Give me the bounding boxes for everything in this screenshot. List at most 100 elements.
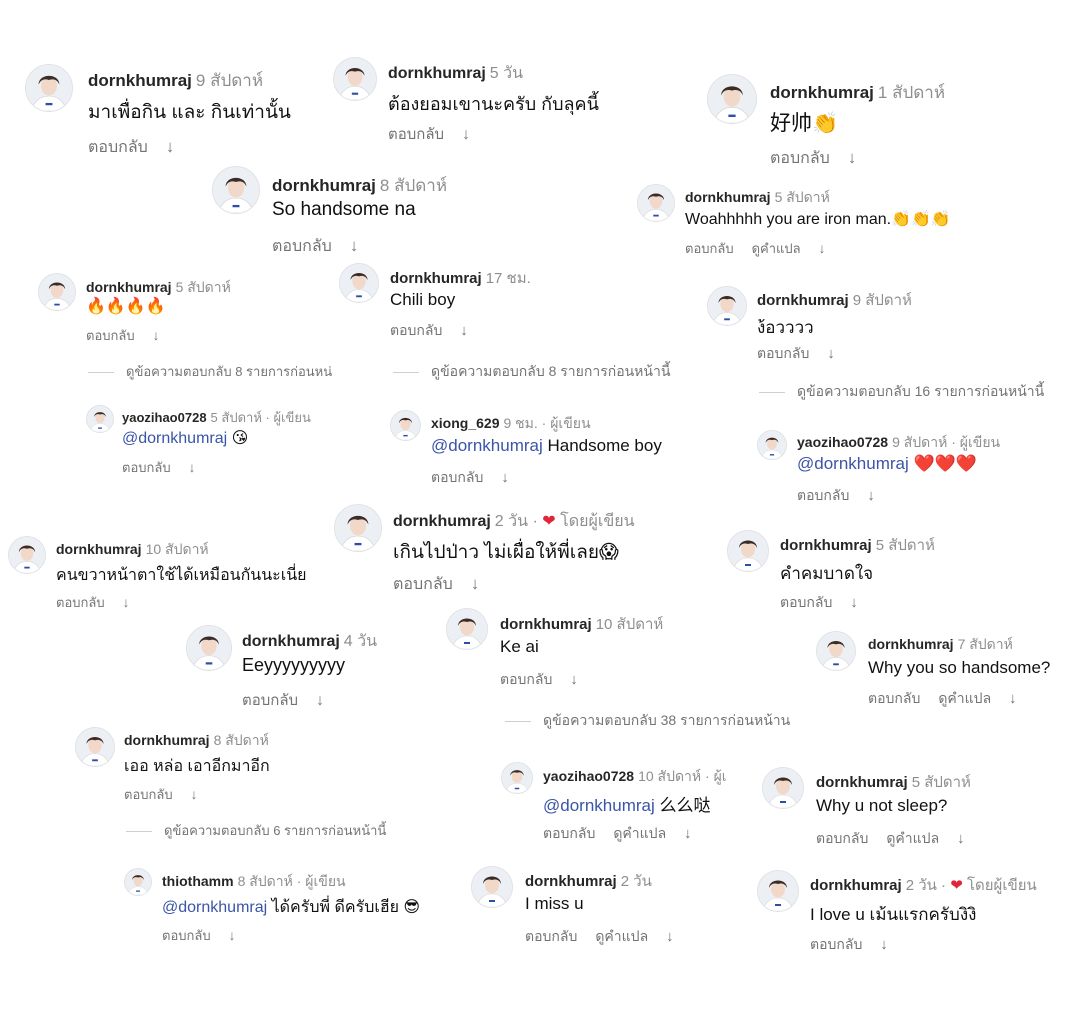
avatar[interactable] [333, 57, 377, 101]
avatar[interactable] [471, 866, 513, 908]
username[interactable]: dornkhumraj [757, 292, 849, 309]
avatar[interactable] [124, 868, 152, 896]
username[interactable]: dornkhumraj [242, 633, 340, 650]
avatar[interactable] [816, 631, 856, 671]
reply-button[interactable]: ตอบกลับ [543, 825, 595, 841]
avatar[interactable] [501, 762, 533, 794]
avatar[interactable] [707, 74, 757, 124]
reply-button[interactable]: ตอบกลับ [162, 928, 211, 943]
username[interactable]: dornkhumraj [390, 270, 482, 287]
reply-button[interactable]: ตอบกลับ [272, 238, 332, 255]
username[interactable]: dornkhumraj [770, 83, 874, 102]
username[interactable]: dornkhumraj [388, 65, 486, 82]
arrow-down-icon[interactable]: ↓ [819, 241, 826, 256]
avatar[interactable] [25, 64, 73, 112]
arrow-down-icon[interactable]: ↓ [570, 672, 577, 688]
username[interactable]: dornkhumraj [780, 537, 872, 554]
reply-button[interactable]: ตอบกลับ [393, 576, 453, 593]
username[interactable]: dornkhumraj [124, 732, 210, 748]
username[interactable]: dornkhumraj [810, 877, 902, 894]
username[interactable]: dornkhumraj [393, 513, 491, 530]
username[interactable]: dornkhumraj [500, 616, 592, 633]
translate-button[interactable]: ดูคำแปล [886, 830, 939, 846]
arrow-down-icon[interactable]: ↓ [957, 831, 964, 847]
arrow-down-icon[interactable]: ↓ [189, 460, 196, 475]
reply-button[interactable]: ตอบกลับ [431, 469, 483, 485]
arrow-down-icon[interactable]: ↓ [316, 692, 324, 709]
arrow-down-icon[interactable]: ↓ [880, 937, 887, 953]
avatar[interactable] [86, 405, 114, 433]
username[interactable]: yaozihao0728 [122, 410, 207, 425]
view-replies-link[interactable]: ดูข้อความตอบกลับ 8 รายการก่อนหน่ [88, 361, 332, 382]
arrow-down-icon[interactable]: ↓ [850, 595, 857, 611]
username[interactable]: dornkhumraj [88, 71, 192, 90]
mention-link[interactable]: @dornkhumraj [797, 454, 909, 473]
avatar[interactable] [762, 767, 804, 809]
username[interactable]: dornkhumraj [525, 873, 617, 890]
reply-button[interactable]: ตอบกลับ [757, 345, 809, 361]
avatar[interactable] [186, 625, 232, 671]
reply-button[interactable]: ตอบกลับ [122, 460, 171, 475]
avatar[interactable] [390, 410, 421, 441]
arrow-down-icon[interactable]: ↓ [471, 574, 479, 593]
reply-button[interactable]: ตอบกลับ [525, 928, 577, 944]
avatar[interactable] [75, 727, 115, 767]
view-replies-link[interactable]: ดูข้อความตอบกลับ 38 รายการก่อนหน้าน [505, 710, 790, 732]
reply-button[interactable]: ตอบกลับ [124, 787, 173, 802]
reply-button[interactable]: ตอบกลับ [797, 487, 849, 503]
arrow-down-icon[interactable]: ↓ [350, 236, 358, 255]
username[interactable]: dornkhumraj [56, 541, 142, 557]
arrow-down-icon[interactable]: ↓ [462, 126, 470, 143]
reply-button[interactable]: ตอบกลับ [500, 671, 552, 687]
arrow-down-icon[interactable]: ↓ [229, 928, 236, 943]
arrow-down-icon[interactable]: ↓ [666, 929, 673, 945]
reply-button[interactable]: ตอบกลับ [770, 150, 830, 167]
arrow-down-icon[interactable]: ↓ [460, 323, 467, 339]
arrow-down-icon[interactable]: ↓ [166, 137, 174, 156]
arrow-down-icon[interactable]: ↓ [501, 470, 508, 486]
reply-button[interactable]: ตอบกลับ [86, 328, 135, 343]
avatar[interactable] [339, 263, 379, 303]
reply-button[interactable]: ตอบกลับ [868, 690, 920, 706]
username[interactable]: dornkhumraj [86, 279, 172, 295]
username[interactable]: dornkhumraj [816, 774, 908, 791]
reply-button[interactable]: ตอบกลับ [780, 594, 832, 610]
username[interactable]: yaozihao0728 [543, 768, 634, 784]
reply-button[interactable]: ตอบกลับ [388, 126, 444, 143]
reply-button[interactable]: ตอบกลับ [390, 322, 442, 338]
avatar[interactable] [212, 166, 260, 214]
view-replies-link[interactable]: ดูข้อความตอบกลับ 16 รายการก่อนหน้านี้ [759, 381, 1044, 403]
avatar[interactable] [757, 430, 787, 460]
reply-button[interactable]: ตอบกลับ [816, 830, 868, 846]
avatar[interactable] [727, 530, 769, 572]
mention-link[interactable]: @dornkhumraj [431, 436, 543, 455]
username[interactable]: dornkhumraj [272, 176, 376, 195]
avatar[interactable] [446, 608, 488, 650]
translate-button[interactable]: ดูคำแปล [595, 928, 648, 944]
reply-button[interactable]: ตอบกลับ [810, 936, 862, 952]
avatar[interactable] [707, 286, 747, 326]
translate-button[interactable]: ดูคำแปล [938, 690, 991, 706]
username[interactable]: dornkhumraj [868, 636, 954, 652]
translate-button[interactable]: ดูคำแปล [613, 825, 666, 841]
arrow-down-icon[interactable]: ↓ [123, 595, 130, 610]
view-replies-link[interactable]: ดูข้อความตอบกลับ 8 รายการก่อนหน้านี้ [393, 361, 670, 383]
arrow-down-icon[interactable]: ↓ [867, 488, 874, 504]
username[interactable]: dornkhumraj [685, 189, 771, 205]
username[interactable]: xiong_629 [431, 415, 499, 431]
avatar[interactable] [8, 536, 46, 574]
mention-link[interactable]: @dornkhumraj [543, 796, 655, 815]
avatar[interactable] [334, 504, 382, 552]
mention-link[interactable]: @dornkhumraj [162, 899, 267, 916]
view-replies-link[interactable]: ดูข้อความตอบกลับ 6 รายการก่อนหน้านี้ [126, 820, 386, 841]
reply-button[interactable]: ตอบกลับ [685, 241, 734, 256]
avatar[interactable] [637, 184, 675, 222]
avatar[interactable] [38, 273, 76, 311]
reply-button[interactable]: ตอบกลับ [56, 595, 105, 610]
arrow-down-icon[interactable]: ↓ [684, 826, 691, 842]
arrow-down-icon[interactable]: ↓ [848, 148, 856, 167]
avatar[interactable] [757, 870, 799, 912]
mention-link[interactable]: @dornkhumraj [122, 430, 227, 447]
arrow-down-icon[interactable]: ↓ [153, 328, 160, 343]
arrow-down-icon[interactable]: ↓ [1009, 691, 1016, 707]
